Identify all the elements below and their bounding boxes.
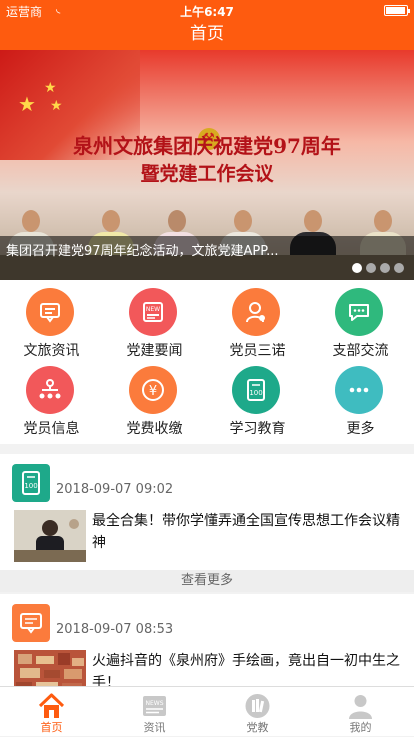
carousel-dot[interactable] <box>366 263 376 273</box>
svg-text:NEW: NEW <box>146 306 160 313</box>
page-title: 首页 <box>190 24 224 44</box>
carousel-dot[interactable] <box>352 263 362 273</box>
grid-item-member-info[interactable]: 党员信息 <box>0 358 103 437</box>
status-time: 上午6:47 <box>180 5 234 19</box>
banner-headline: 泉州文旅集团庆祝建党97周年 <box>73 134 341 158</box>
banner-caption[interactable]: 集团召开建党97周年纪念活动，文旅党建APP... <box>0 236 414 280</box>
status-bar: 运营商 ◟ 上午6:47 <box>0 0 414 20</box>
grid-item-branch-exchange[interactable]: 支部交流 <box>309 280 412 359</box>
news-thumbnail[interactable] <box>14 650 86 686</box>
tab-news[interactable]: NEWS 资讯 <box>103 687 206 737</box>
tab-home[interactable]: 首页 <box>0 687 103 737</box>
view-more-label: 查看更多 <box>180 573 233 588</box>
newspaper-icon: NEWS <box>143 696 166 716</box>
grid-item-label: 更多 <box>346 421 375 437</box>
carousel-dot[interactable] <box>394 263 404 273</box>
news-title: 最全合集！带你学懂弄通全国宣传思想工作会议精神 <box>92 513 400 551</box>
book-100-icon: 100 <box>12 464 50 502</box>
star-icon: ★ <box>18 92 36 116</box>
grid-item-party-news[interactable]: NEW 党建要闻 <box>103 280 206 359</box>
tab-profile[interactable]: 我的 <box>309 687 412 737</box>
chat-bubble-icon <box>335 288 383 336</box>
user-icon <box>349 695 372 719</box>
news-date: 2018-09-07 09:02 <box>56 482 174 497</box>
books-icon <box>245 694 270 718</box>
grid-item-label: 党员信息 <box>23 421 80 437</box>
feature-grid: 文旅资讯 NEW 党建要闻 党员三诺 支部交流 党员信息 ¥ 党费收缴 100 … <box>0 280 414 444</box>
news-card[interactable]: 2018-09-07 08:53 火遍抖音的《泉州府》手绘画，竟出自一初中生之手… <box>0 594 414 686</box>
carousel-dots[interactable] <box>352 263 404 273</box>
banner-subheadline: 暨党建工作会议 <box>140 163 274 185</box>
svg-text:100: 100 <box>24 482 37 490</box>
view-more-button[interactable]: 查看更多 <box>0 570 414 592</box>
more-icon <box>335 366 383 414</box>
tab-party-education[interactable]: 党教 <box>206 687 309 737</box>
tab-label: 资讯 <box>143 721 166 734</box>
banner-caption-text: 集团召开建党97周年纪念活动，文旅党建APP... <box>6 244 279 259</box>
grid-item-label: 支部交流 <box>332 343 389 359</box>
news-date: 2018-09-07 08:53 <box>56 622 174 637</box>
grid-item-label: 党员三诺 <box>229 343 286 359</box>
yen-icon: ¥ <box>129 366 177 414</box>
home-icon <box>38 693 65 718</box>
grid-item-label: 党费收缴 <box>126 421 183 437</box>
news-title: 火遍抖音的《泉州府》手绘画，竟出自一初中生之手！ <box>92 653 400 686</box>
tab-label: 我的 <box>349 721 372 734</box>
star-icon: ★ <box>44 80 57 96</box>
book-100-icon: 100 <box>232 366 280 414</box>
tab-label: 党教 <box>246 721 269 734</box>
grid-item-label: 党建要闻 <box>126 343 183 359</box>
svg-text:100: 100 <box>249 389 262 397</box>
grid-item-study-education[interactable]: 100 学习教育 <box>206 358 309 437</box>
star-icon: ★ <box>50 98 63 114</box>
battery-icon <box>384 5 410 16</box>
grid-item-label: 文旅资讯 <box>23 343 80 359</box>
person-icon <box>232 288 280 336</box>
tab-label: 首页 <box>40 721 63 734</box>
org-chart-icon <box>26 366 74 414</box>
svg-text:¥: ¥ <box>149 384 157 399</box>
grid-item-more[interactable]: 更多 <box>309 358 412 437</box>
carousel-dot[interactable] <box>380 263 390 273</box>
grid-item-dues-payment[interactable]: ¥ 党费收缴 <box>103 358 206 437</box>
tab-bar: 首页 NEWS 资讯 党教 我的 <box>0 686 414 736</box>
chat-screen-icon <box>12 604 50 642</box>
svg-text:NEWS: NEWS <box>145 700 163 707</box>
news-thumbnail[interactable] <box>14 510 86 562</box>
grid-item-member-pledge[interactable]: 党员三诺 <box>206 280 309 359</box>
nav-bar: 首页 <box>0 20 414 50</box>
grid-item-label: 学习教育 <box>229 421 286 437</box>
grid-item-wenlv-news[interactable]: 文旅资讯 <box>0 280 103 359</box>
news-icon: NEW <box>129 288 177 336</box>
news-card[interactable]: 100 2018-09-07 09:02 最全合集！带你学懂弄通全国宣传思想工作… <box>0 454 414 570</box>
chat-screen-icon <box>26 288 74 336</box>
